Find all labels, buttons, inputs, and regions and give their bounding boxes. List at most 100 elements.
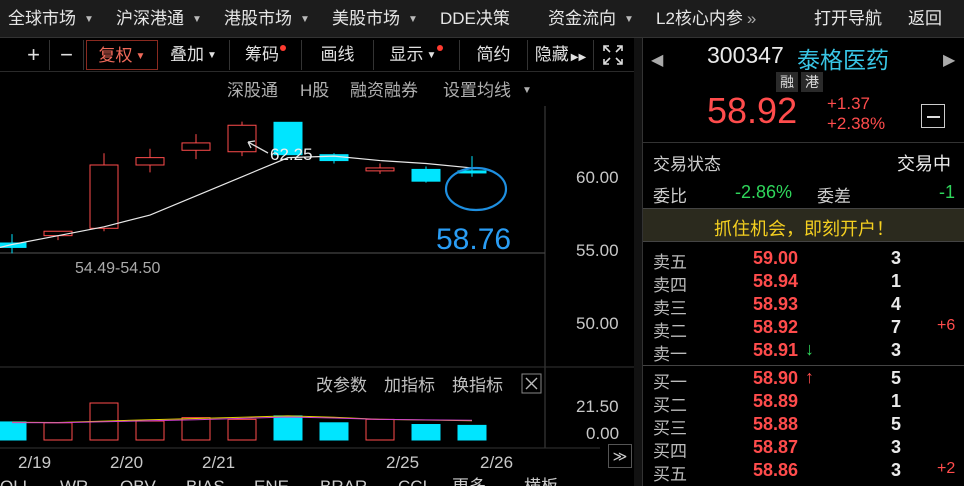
zoom-out-button[interactable]: − xyxy=(50,40,84,70)
sub-link-ma-settings[interactable]: 设置均线 xyxy=(443,81,511,100)
bid-row[interactable] xyxy=(643,460,964,483)
ask-row[interactable] xyxy=(643,271,964,294)
overlay-button[interactable]: 叠加 ▼ xyxy=(158,40,230,70)
sub-link-margin[interactable]: 融资融券 xyxy=(350,81,418,100)
price-change-pct: +2.38% xyxy=(827,114,886,133)
indicator-tab[interactable]: BRAR xyxy=(320,477,367,486)
level-volume: 4 xyxy=(891,294,902,314)
close-icon[interactable] xyxy=(521,373,542,394)
expand-icon[interactable] xyxy=(596,40,630,70)
nav-label: DDE决策 xyxy=(440,9,510,28)
last-price: 58.92 xyxy=(707,90,798,131)
level-label: 卖一 xyxy=(653,345,687,364)
sub-link-hshare[interactable]: H股 xyxy=(300,81,329,100)
level-label: 买五 xyxy=(653,465,687,484)
nav-hk-market[interactable]: 港股市场 ▼ xyxy=(224,0,310,38)
caret-down-icon: ▼ xyxy=(135,51,146,62)
moving-average-line xyxy=(0,155,473,249)
level-volume: 3 xyxy=(891,437,902,457)
indicator-tab[interactable]: OBV xyxy=(120,477,157,486)
zoom-in-button[interactable]: + xyxy=(18,40,50,70)
simple-mode-button[interactable]: 简约 xyxy=(460,40,528,70)
indicator-tab[interactable]: BIAS xyxy=(186,477,225,486)
hide-label: 隐藏 xyxy=(534,45,569,64)
level-label: 卖四 xyxy=(653,276,687,295)
scroll-right-button[interactable]: ≫ xyxy=(608,444,632,468)
bid-row[interactable] xyxy=(643,391,964,414)
display-button[interactable]: 显示 ▼ xyxy=(374,40,460,70)
order-ratio-value: -2.86% xyxy=(735,182,793,202)
level-price: 58.90 xyxy=(753,368,799,388)
chart-toolbar: + − 复权 ▼ 叠加 ▼ 筹码 画线 显示 ▼ 简约 隐藏 ▶▶ xyxy=(0,38,634,72)
restore-rights-button[interactable]: 复权 ▼ xyxy=(86,40,158,70)
nav-fund-flow[interactable]: 资金流向 ▼ xyxy=(548,0,634,38)
notification-dot-icon xyxy=(280,45,286,51)
x-tick-label: 2/26 xyxy=(480,453,513,472)
ask-row[interactable] xyxy=(643,317,964,340)
banner-text: 抓住机会，即刻开户！ xyxy=(714,219,894,239)
overlay-label: 叠加 xyxy=(170,45,205,64)
open-account-banner[interactable]: 抓住机会，即刻开户！ xyxy=(643,208,964,242)
indicator-tab[interactable]: ENE xyxy=(254,477,289,486)
chips-button[interactable]: 筹码 xyxy=(230,40,302,70)
level-label: 卖二 xyxy=(653,322,687,341)
y-tick-label: 55.00 xyxy=(576,241,619,260)
double-arrow-right-icon: ▶▶ xyxy=(570,52,587,63)
indicator-tab[interactable]: WR xyxy=(60,477,88,486)
caret-down-icon: ▼ xyxy=(408,14,418,25)
change-indicator-link[interactable]: 换指标 xyxy=(452,376,503,395)
level-volume: 5 xyxy=(891,414,902,434)
level-volume: 3 xyxy=(891,248,902,268)
high-price-label: 62.25 xyxy=(270,145,313,164)
ask-row[interactable] xyxy=(643,294,964,317)
order-diff-value: -1 xyxy=(939,182,956,202)
collapse-icon[interactable] xyxy=(921,104,945,128)
nav-us-market[interactable]: 美股市场 ▼ xyxy=(332,0,418,38)
x-tick-label: 2/19 xyxy=(18,453,51,472)
indicator-tab[interactable]: CCI xyxy=(398,477,427,486)
hide-button[interactable]: 隐藏 ▶▶ xyxy=(528,40,594,70)
x-tick-label: 2/20 xyxy=(110,453,143,472)
nav-hk-connect[interactable]: 沪深港通 ▼ xyxy=(116,0,202,38)
nav-global-market[interactable]: 全球市场 ▼ xyxy=(8,0,94,38)
level-delta: +6 xyxy=(937,317,956,334)
add-indicator-link[interactable]: 加指标 xyxy=(384,376,435,395)
indicator-tab-bar: OLL WR OBV BIAS ENE BRAR CCI 更多 横板 xyxy=(0,477,558,486)
panel-divider[interactable] xyxy=(634,38,642,486)
caret-down-icon: ▼ xyxy=(192,14,202,25)
bid-row[interactable] xyxy=(643,414,964,437)
hk-connect-tag: 港 xyxy=(801,72,823,92)
candle-body xyxy=(181,142,211,151)
volume-bar xyxy=(227,418,257,441)
caret-down-icon: ▼ xyxy=(84,14,94,25)
order-ratio-label: 委比 xyxy=(653,187,687,206)
nav-dde[interactable]: DDE决策 xyxy=(440,0,510,38)
ask-row[interactable] xyxy=(643,248,964,271)
low-price-label: 54.49-54.50 xyxy=(75,260,161,277)
edit-params-link[interactable]: 改参数 xyxy=(316,376,367,395)
draw-line-button[interactable]: 画线 xyxy=(302,40,374,70)
level-volume: 1 xyxy=(891,271,902,291)
nav-label: L2核心内参 xyxy=(656,9,743,28)
bid-row[interactable] xyxy=(643,368,964,391)
nav-l2[interactable]: L2核心内参» xyxy=(656,0,756,38)
indicator-tab[interactable]: 横板 xyxy=(524,477,558,486)
indicator-tab[interactable]: OLL xyxy=(0,477,32,486)
next-stock-icon[interactable]: ▶ xyxy=(943,50,955,70)
ask-row[interactable] xyxy=(643,340,964,363)
notification-dot-icon xyxy=(437,45,444,51)
indicator-tab[interactable]: 更多 xyxy=(452,477,486,486)
level-delta: +2 xyxy=(937,460,956,477)
order-diff-label: 委差 xyxy=(817,187,851,206)
level-price: 58.89 xyxy=(753,391,799,411)
bid-row[interactable] xyxy=(643,437,964,460)
prev-stock-icon[interactable]: ◀ xyxy=(651,50,663,70)
margin-tag: 融 xyxy=(776,72,798,92)
caret-down-icon: ▼ xyxy=(207,50,217,61)
open-navigation-button[interactable]: 打开导航 xyxy=(814,0,882,38)
kline-chart[interactable]: 深股通 H股 融资融券 设置均线 ▼ 62.25 54.49-54.50 58.… xyxy=(0,72,634,486)
volume-bar xyxy=(457,424,487,441)
back-button[interactable]: 返回 xyxy=(908,0,942,38)
sub-link-shengutong[interactable]: 深股通 xyxy=(227,81,278,100)
level-volume: 5 xyxy=(891,368,902,388)
